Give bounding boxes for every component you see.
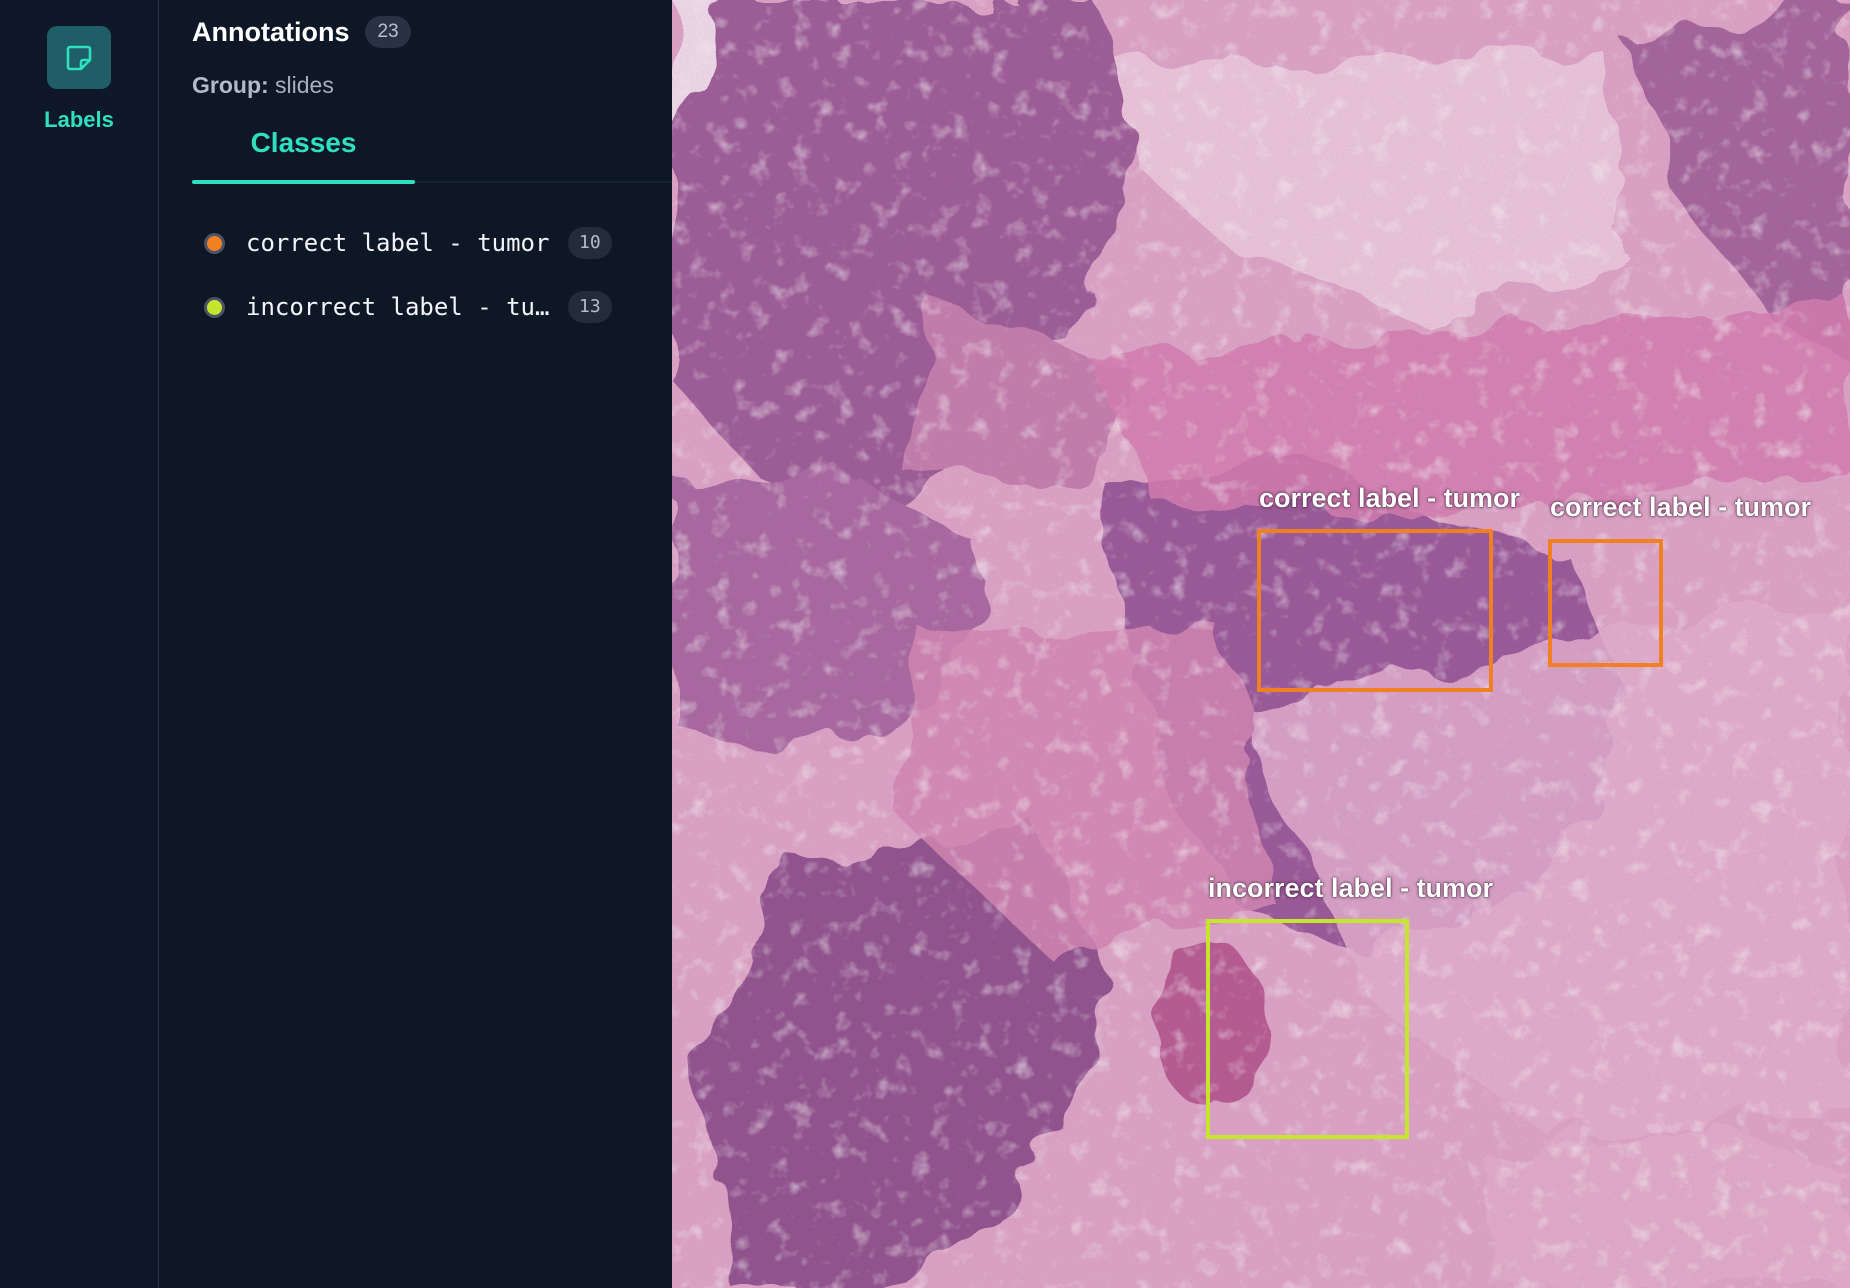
labels-rail-button[interactable] — [47, 26, 111, 89]
note-icon — [66, 45, 92, 70]
class-color-dot — [207, 235, 222, 251]
annotation-label: correct label - tumor — [1550, 492, 1812, 522]
icon-rail: Labels — [0, 0, 159, 1288]
class-name: incorrect label - tumor — [246, 293, 550, 321]
tab-active-indicator — [192, 180, 415, 184]
class-item-incorrect[interactable]: incorrect label - tumor 13 — [192, 275, 622, 339]
annotation-count-badge: 23 — [365, 16, 411, 48]
annotation-label: correct label - tumor — [1259, 483, 1521, 513]
annotation-bounding-box[interactable] — [1257, 529, 1493, 692]
group-key: Group: — [192, 72, 269, 98]
tab-classes[interactable]: Classes — [192, 127, 415, 179]
panel-title: Annotations — [192, 16, 350, 47]
annotation-bounding-box[interactable] — [1548, 539, 1663, 667]
app-window: Labels Annotations 23 Group: slides Clas… — [0, 0, 1850, 1288]
slide-viewer[interactable]: correct label - tumor correct label - tu… — [672, 0, 1850, 1288]
class-count-badge: 10 — [568, 227, 612, 259]
labels-rail-label[interactable]: Labels — [44, 107, 114, 133]
group-value: slides — [275, 72, 334, 98]
class-color-dot — [207, 299, 222, 315]
class-count-badge: 13 — [568, 291, 612, 323]
annotation-bounding-box[interactable] — [1206, 919, 1409, 1139]
class-name: correct label - tumor — [246, 229, 550, 257]
tab-track — [415, 181, 672, 183]
class-item-correct[interactable]: correct label - tumor 10 — [192, 211, 622, 275]
annotation-label: incorrect label - tumor — [1208, 873, 1494, 903]
panel-header: Annotations 23 — [192, 14, 672, 50]
annotations-panel: Annotations 23 Group: slides Classes cor… — [159, 0, 672, 1288]
group-line: Group: slides — [192, 72, 672, 99]
class-list: correct label - tumor 10 incorrect label… — [192, 211, 622, 339]
tab-bar: Classes — [192, 127, 672, 185]
